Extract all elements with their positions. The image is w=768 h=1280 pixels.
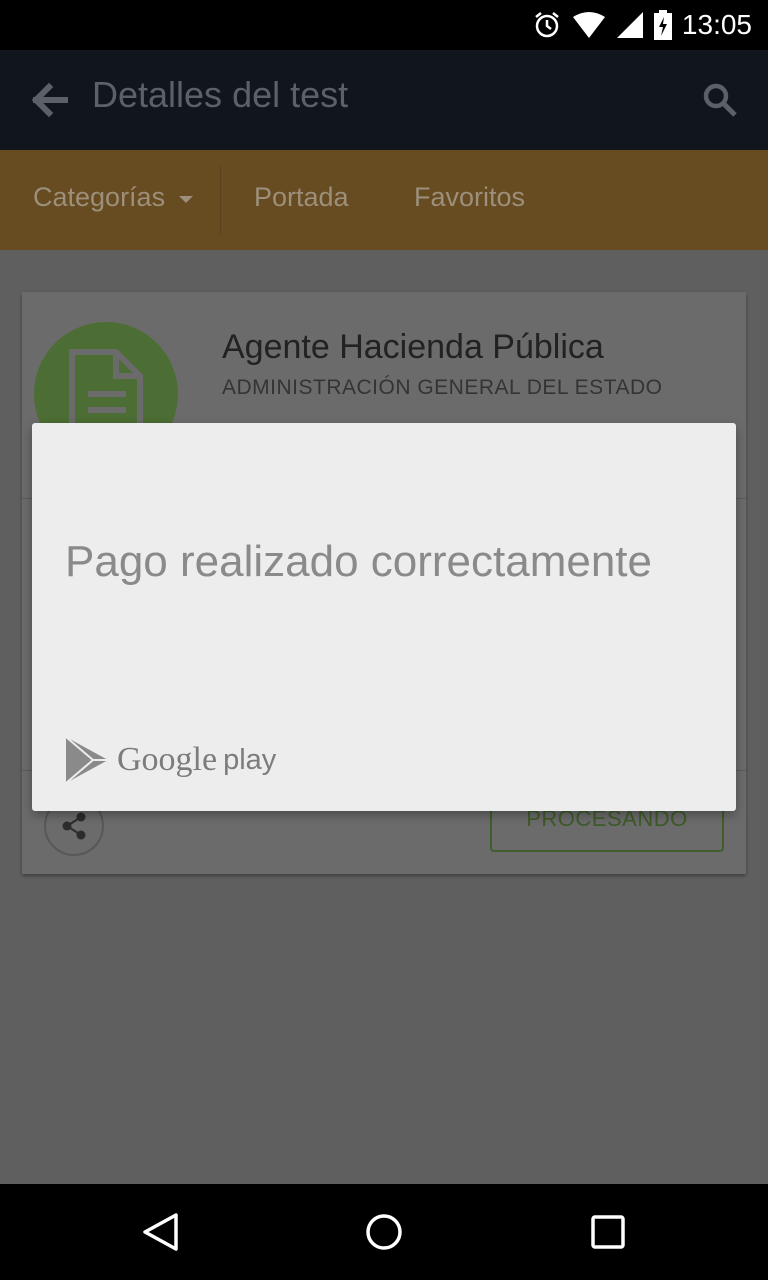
payment-dialog: Pago realizado correctamente Google play bbox=[32, 423, 736, 811]
status-icons: 13:05 bbox=[532, 0, 752, 50]
tab-divider bbox=[220, 166, 221, 236]
page-title: Detalles del test bbox=[92, 74, 349, 115]
tab-categories-label: Categorías bbox=[33, 182, 166, 212]
search-icon[interactable] bbox=[702, 82, 738, 118]
google-play-logo: Google play bbox=[65, 736, 276, 784]
google-play-brand-google: Google bbox=[117, 741, 218, 778]
signal-icon bbox=[616, 12, 643, 38]
alarm-icon bbox=[535, 12, 559, 38]
google-play-brand-play: play bbox=[223, 743, 277, 776]
tab-bar: Categorías Portada Favoritos bbox=[0, 150, 768, 250]
app-bar: Detalles del test bbox=[0, 50, 768, 150]
recents-square-icon[interactable] bbox=[588, 1212, 628, 1252]
battery-charging-icon bbox=[653, 10, 672, 40]
card-subtitle: ADMINISTRACIÓN GENERAL DEL ESTADO bbox=[222, 376, 663, 399]
status-time: 13:05 bbox=[681, 9, 752, 40]
wifi-icon bbox=[572, 12, 605, 38]
card-title: Agente Hacienda Pública bbox=[222, 328, 604, 366]
home-circle-icon[interactable] bbox=[364, 1212, 404, 1252]
tab-home[interactable]: Portada bbox=[254, 182, 349, 213]
navigation-bar bbox=[0, 1184, 768, 1280]
back-triangle-icon[interactable] bbox=[140, 1212, 180, 1252]
status-bar: 13:05 bbox=[0, 0, 768, 50]
caret-down-icon bbox=[178, 195, 193, 203]
tab-categories[interactable]: Categorías bbox=[33, 182, 193, 213]
tab-favorites[interactable]: Favoritos bbox=[414, 182, 525, 213]
arrow-left-icon[interactable] bbox=[32, 82, 68, 118]
play-store-icon bbox=[65, 736, 108, 784]
dialog-message: Pago realizado correctamente bbox=[65, 537, 652, 586]
